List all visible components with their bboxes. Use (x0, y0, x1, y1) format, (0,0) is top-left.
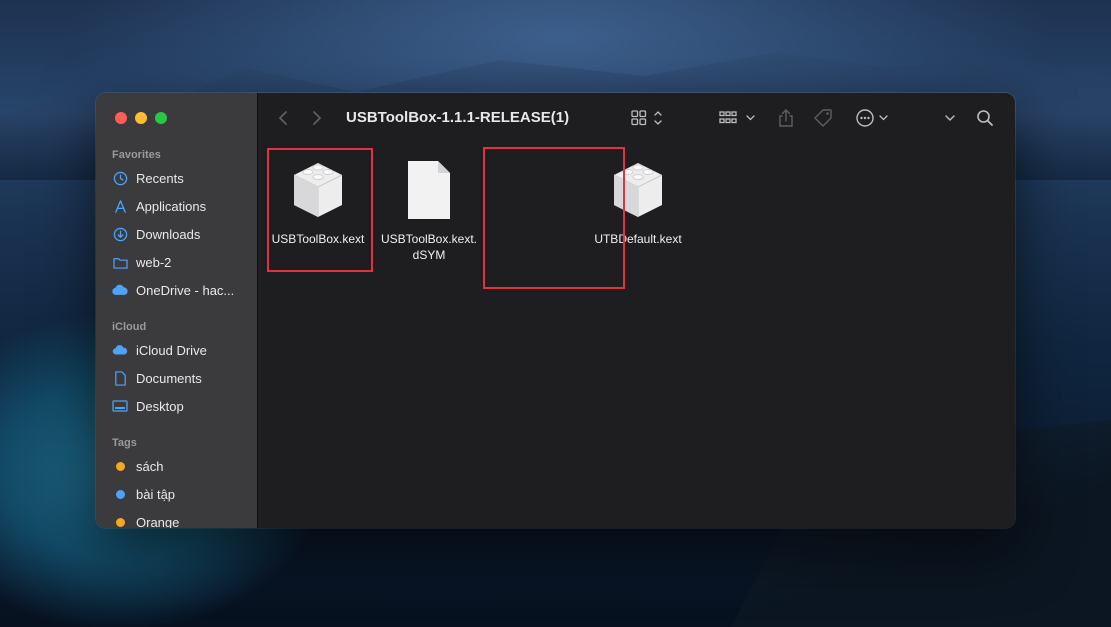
folder-icon (112, 254, 128, 270)
finder-window: Favorites Recents Applications Downloads… (96, 93, 1015, 528)
tag-icon (814, 109, 832, 127)
file-name-label: USBToolBox.kext. dSYM (380, 232, 478, 262)
generic-document-icon (374, 159, 484, 223)
close-button[interactable] (115, 112, 127, 124)
favorites-section-title: Favorites (112, 149, 161, 161)
group-view-icon (719, 111, 755, 124)
window-controls (115, 112, 167, 124)
orange-tag-icon (112, 514, 128, 528)
sidebar-item-icloud-drive[interactable]: iCloud Drive (112, 339, 252, 361)
icloud-icon (112, 342, 128, 358)
sidebar-item-web-2[interactable]: web-2 (112, 251, 252, 273)
sidebar-item-desktop[interactable]: Desktop (112, 395, 252, 417)
highlight-box (483, 147, 625, 289)
search-button[interactable] (976, 107, 994, 129)
sidebar-item-label: bài tập (136, 486, 176, 502)
sidebar-item-label: Desktop (136, 398, 184, 414)
file-item-usbtoolbox-kext-dsym[interactable]: USBToolBox.kext. dSYM (374, 159, 484, 263)
sidebar-item-tag-sach[interactable]: sách (112, 455, 252, 477)
minimize-button[interactable] (135, 112, 147, 124)
sidebar-item-tag-bai-tap[interactable]: bài tập (112, 483, 252, 505)
share-button[interactable] (777, 107, 795, 129)
highlight-box (267, 148, 373, 272)
chevron-left-icon (278, 111, 287, 125)
sidebar-item-label: iCloud Drive (136, 342, 207, 358)
toolbar: USBToolBox-1.1.1-RELEASE(1) (258, 93, 1015, 143)
more-toolbar-button[interactable] (944, 107, 956, 129)
ellipsis-circle-icon (856, 109, 888, 127)
applications-icon (112, 198, 128, 214)
orange-tag-icon (112, 458, 128, 474)
downloads-icon (112, 226, 128, 242)
sidebar-item-label: Documents (136, 370, 202, 386)
document-icon (112, 370, 128, 386)
sidebar-item-onedrive[interactable]: OneDrive - hac... (112, 279, 252, 301)
chevron-right-icon (313, 111, 322, 125)
content-area: USBToolBox-1.1.1-RELEASE(1) USBToolBox.k… (258, 93, 1015, 528)
sidebar-item-label: OneDrive - hac... (136, 282, 235, 298)
group-button[interactable] (719, 107, 757, 129)
icon-view-button[interactable] (631, 107, 667, 129)
tag-button[interactable] (813, 107, 835, 129)
sidebar-item-label: Recents (136, 170, 184, 186)
sidebar-item-applications[interactable]: Applications (112, 195, 252, 217)
search-icon (977, 110, 993, 126)
action-menu-button[interactable] (855, 107, 891, 129)
cloud-icon (112, 282, 128, 298)
grid-view-icon (631, 110, 662, 126)
chevron-down-icon (945, 115, 955, 121)
sidebar-item-tag-orange[interactable]: Orange (112, 511, 252, 528)
blue-tag-icon (112, 486, 128, 502)
icloud-section-title: iCloud (112, 321, 147, 333)
sidebar-item-label: Orange (136, 514, 180, 529)
sidebar-item-documents[interactable]: Documents (112, 367, 252, 389)
back-button[interactable] (278, 107, 288, 129)
forward-button[interactable] (312, 107, 322, 129)
sidebar-item-label: Downloads (136, 226, 201, 242)
sidebar-item-recents[interactable]: Recents (112, 167, 252, 189)
clock-icon (112, 170, 128, 186)
sidebar: Favorites Recents Applications Downloads… (96, 93, 258, 528)
share-icon (779, 109, 793, 127)
desktop-icon (112, 398, 128, 414)
sidebar-item-label: sách (136, 458, 164, 474)
sidebar-item-label: web-2 (136, 254, 172, 270)
tags-section-title: Tags (112, 437, 137, 449)
window-title: USBToolBox-1.1.1-RELEASE(1) (346, 109, 570, 126)
zoom-button[interactable] (155, 112, 167, 124)
sidebar-item-label: Applications (136, 198, 207, 214)
sidebar-item-downloads[interactable]: Downloads (112, 223, 252, 245)
